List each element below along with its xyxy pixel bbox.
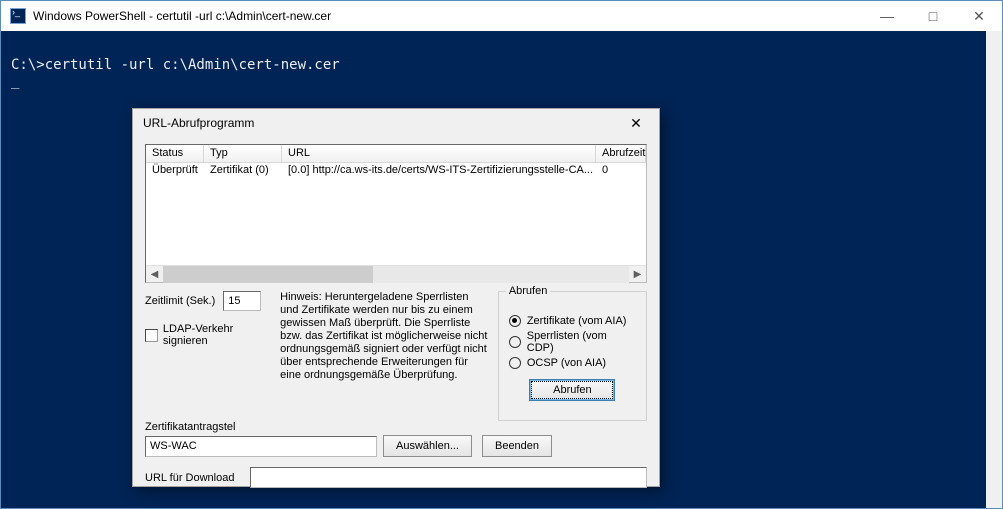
close-button[interactable]: ✕	[956, 1, 1002, 31]
dialog-close-button[interactable]: ✕	[619, 112, 653, 134]
groupbox-title: Abrufen	[506, 285, 551, 297]
scroll-left-icon[interactable]: ◀	[146, 266, 163, 283]
timeout-label: Zeitlimit (Sek.)	[145, 295, 215, 307]
scroll-thumb[interactable]	[163, 266, 373, 283]
radio-dot-icon	[509, 357, 521, 369]
col-status[interactable]: Status	[146, 145, 204, 163]
exit-button[interactable]: Beenden	[482, 435, 552, 457]
ldap-sign-label: LDAP-Verkehr signieren	[163, 323, 280, 347]
powershell-window: Windows PowerShell - certutil -url c:\Ad…	[0, 0, 1003, 509]
url-download-label: URL für Download	[145, 472, 234, 484]
retrieve-groupbox: Abrufen Zertifikate (vom AIA) Sperrliste…	[498, 291, 647, 421]
maximize-button[interactable]: □	[910, 1, 956, 31]
col-abrufzeit[interactable]: Abrufzeit	[596, 145, 646, 163]
cell-status: Überprüft	[146, 163, 204, 179]
col-typ[interactable]: Typ	[204, 145, 282, 163]
url-download-input[interactable]	[250, 467, 647, 488]
radio-ocsp-aia[interactable]: OCSP (von AIA)	[509, 352, 636, 373]
scroll-right-icon[interactable]: ▶	[629, 266, 646, 283]
powershell-icon	[10, 8, 26, 24]
retrieve-button[interactable]: Abrufen	[529, 379, 615, 401]
result-list[interactable]: Status Typ URL Abrufzeit Überprüft Zerti…	[145, 144, 647, 283]
timeout-input[interactable]	[223, 291, 261, 311]
url-retrieval-dialog: URL-Abrufprogramm ✕ Status Typ URL Abruf…	[132, 108, 660, 487]
dialog-titlebar: URL-Abrufprogramm ✕	[133, 109, 659, 137]
list-h-scrollbar[interactable]: ◀ ▶	[146, 265, 646, 282]
list-header: Status Typ URL Abrufzeit	[146, 145, 646, 163]
minimize-button[interactable]: —	[864, 1, 910, 31]
window-title: Windows PowerShell - certutil -url c:\Ad…	[33, 9, 864, 23]
radio-dot-icon	[509, 336, 521, 348]
console-line: C:\>certutil -url c:\Admin\cert-new.cer	[11, 57, 340, 73]
subject-label: Zertifikatantragstel	[145, 421, 647, 433]
subject-input[interactable]	[145, 436, 377, 457]
radio-certs-aia[interactable]: Zertifikate (vom AIA)	[509, 310, 636, 331]
radio-dot-icon	[509, 315, 521, 327]
dialog-title: URL-Abrufprogramm	[143, 116, 619, 130]
scroll-track[interactable]	[163, 266, 629, 283]
ldap-sign-checkbox[interactable]	[145, 329, 158, 342]
outer-titlebar: Windows PowerShell - certutil -url c:\Ad…	[1, 1, 1002, 31]
cell-typ: Zertifikat (0)	[204, 163, 282, 179]
radio-label: Zertifikate (vom AIA)	[527, 315, 627, 327]
list-row[interactable]: Überprüft Zertifikat (0) [0.0] http://ca…	[146, 163, 646, 179]
radio-label: Sperrlisten (vom CDP)	[527, 330, 636, 354]
radio-crls-cdp[interactable]: Sperrlisten (vom CDP)	[509, 331, 636, 352]
cell-abrufzeit: 0	[596, 163, 646, 179]
hint-text: Hinweis: Heruntergeladene Sperrlisten un…	[280, 291, 494, 421]
cursor-icon: _	[11, 73, 19, 89]
col-url[interactable]: URL	[282, 145, 596, 163]
select-button[interactable]: Auswählen...	[383, 435, 472, 457]
cell-url: [0.0] http://ca.ws-its.de/certs/WS-ITS-Z…	[282, 163, 596, 179]
radio-label: OCSP (von AIA)	[527, 357, 606, 369]
